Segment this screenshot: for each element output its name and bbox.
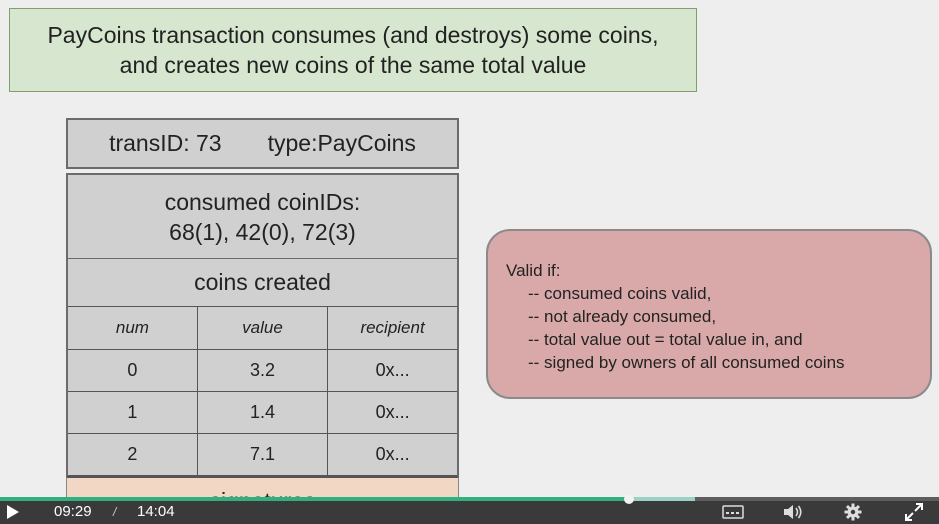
fullscreen-button[interactable] [904,499,924,524]
cell-num: 2 [66,433,198,476]
play-icon [4,504,20,520]
slide-title-line-1: PayCoins transaction consumes (and destr… [47,22,659,48]
coins-created-table: num value recipient 0 3.2 0x... 1 1.4 0x… [66,306,459,476]
table-row: 2 7.1 0x... [66,433,459,476]
captions-icon [722,504,744,520]
consumed-ids: 68(1), 42(0), 72(3) [169,218,356,245]
volume-button[interactable] [782,499,804,524]
coins-created-title: coins created [66,259,459,306]
cell-value: 7.1 [196,433,329,476]
transaction-header: transID: 73 type:PayCoins [66,118,459,169]
consumed-label: consumed coinIDs: [164,188,361,215]
transaction-id: transID: 73 [109,130,222,156]
cell-num: 1 [66,391,198,434]
play-button[interactable] [4,499,20,524]
video-controls-bar: 09:29 / 14:04 [0,499,939,524]
table-row: 1 1.4 0x... [66,391,459,434]
volume-icon [782,503,804,521]
duration-time: 14:04 [137,503,175,520]
validity-heading: Valid if: [506,261,561,280]
time-separator: / [113,504,117,519]
transaction-diagram: transID: 73 type:PayCoins consumed coinI… [66,118,459,499]
cell-num: 0 [66,349,198,392]
cell-recipient: 0x... [327,391,459,434]
transaction-type: type:PayCoins [267,130,416,156]
validity-condition: -- not already consumed, [528,307,717,326]
captions-button[interactable] [722,499,744,524]
validity-conditions-box: Valid if: -- consumed coins valid, -- no… [486,229,932,399]
table-row: 0 3.2 0x... [66,349,459,392]
column-header-num: num [66,306,198,350]
current-time: 09:29 [54,503,92,520]
progress-bar[interactable] [0,494,939,504]
cell-value: 1.4 [196,391,329,434]
column-header-value: value [196,306,329,350]
slide-title: PayCoins transaction consumes (and destr… [9,8,697,92]
fullscreen-icon [904,502,924,522]
slide-title-line-2: and creates new coins of the same total … [119,52,587,78]
settings-button[interactable] [844,499,862,524]
table-header-row: num value recipient [66,306,459,350]
column-header-recipient: recipient [327,306,459,350]
cell-recipient: 0x... [327,349,459,392]
cell-recipient: 0x... [327,433,459,476]
signatures-section: signatures [66,476,459,499]
slide: PayCoins transaction consumes (and destr… [0,0,939,499]
validity-condition: -- consumed coins valid, [528,284,712,303]
validity-condition: -- signed by owners of all consumed coin… [528,353,845,372]
consumed-coins-section: consumed coinIDs: 68(1), 42(0), 72(3) [66,173,459,259]
progress-played [0,497,630,501]
settings-icon [844,503,862,521]
validity-condition: -- total value out = total value in, and [528,330,803,349]
cell-value: 3.2 [196,349,329,392]
